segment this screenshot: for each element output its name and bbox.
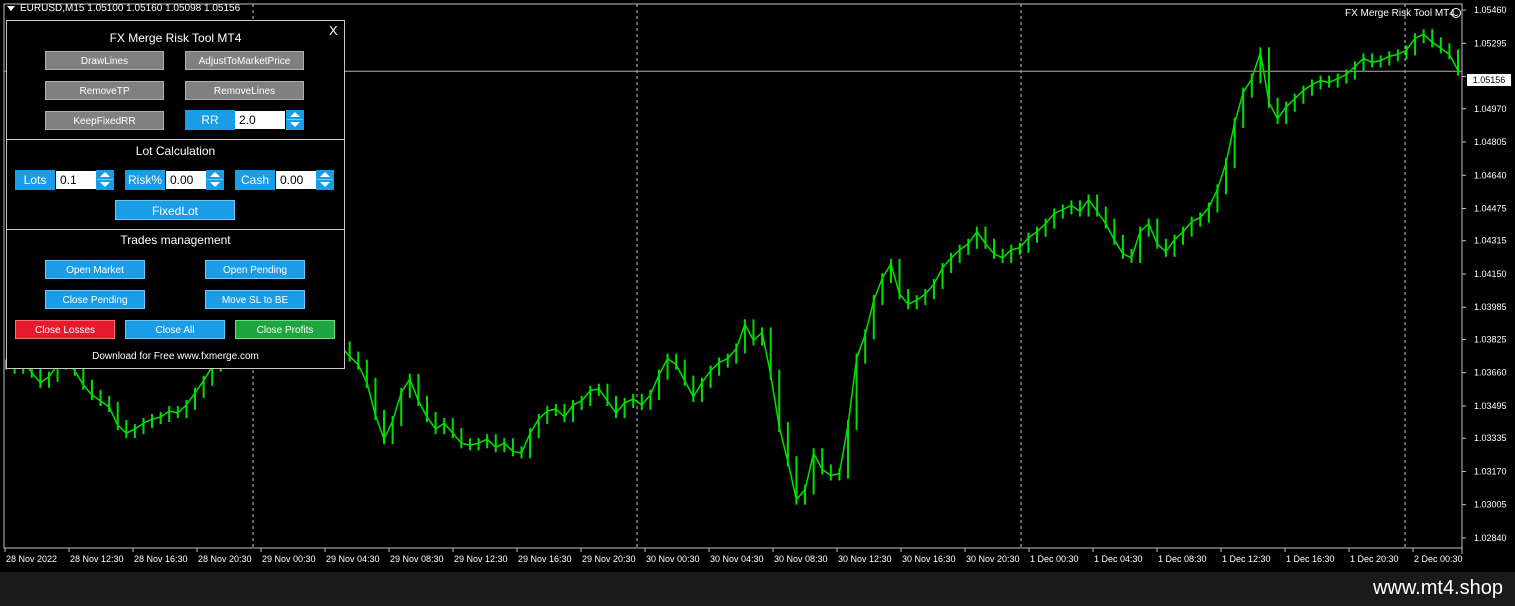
download-link[interactable]: Download for Free www.fxmerge.com [7,351,344,362]
price-tick-label: 1.03660 [1474,368,1507,378]
price-tick-label: 1.03170 [1474,466,1507,476]
rr-input[interactable] [235,111,285,129]
time-tick-label: 1 Dec 08:30 [1158,554,1207,564]
remove-tp-button[interactable]: RemoveTP [45,81,164,100]
spin-up-icon[interactable] [100,172,110,177]
rr-spinner[interactable] [286,110,304,130]
time-tick-label: 29 Nov 12:30 [454,554,508,564]
risk-input[interactable] [166,171,206,189]
time-tick-label: 28 Nov 12:30 [70,554,124,564]
remove-lines-button[interactable]: RemoveLines [185,81,304,100]
current-price-tag: 1.05156 [1466,73,1512,87]
price-tick-label: 1.05460 [1474,5,1507,15]
time-tick-label: 29 Nov 00:30 [262,554,316,564]
risk-spinner[interactable] [206,170,224,190]
keep-fixed-rr-button[interactable]: KeepFixedRR [45,111,164,130]
cash-input[interactable] [276,171,316,189]
open-market-button[interactable]: Open Market [45,260,145,279]
time-tick-label: 30 Nov 20:30 [966,554,1020,564]
time-tick-label: 29 Nov 04:30 [326,554,380,564]
lots-label: Lots [15,170,55,190]
smile-icon [1451,8,1461,18]
lots-spinner[interactable] [96,170,114,190]
cash-spinner[interactable] [316,170,334,190]
move-sl-to-be-button[interactable]: Move SL to BE [205,290,305,309]
price-tick-label: 1.04150 [1474,269,1507,279]
price-tick-label: 1.03005 [1474,500,1507,510]
cash-label: Cash [235,170,275,190]
spin-up-icon[interactable] [320,172,330,177]
symbol-header: EURUSD,M15 1.05100 1.05160 1.05098 1.051… [20,3,241,14]
price-tick-label: 1.03335 [1474,433,1507,443]
lot-calc-title: Lot Calculation [135,144,216,158]
price-tick-label: 1.04315 [1474,236,1507,246]
time-tick-label: 30 Nov 00:30 [646,554,700,564]
open-pending-button[interactable]: Open Pending [205,260,305,279]
time-tick-label: 2 Dec 00:30 [1414,554,1463,564]
price-tick-label: 1.04640 [1474,170,1507,180]
price-tick-label: 1.04805 [1474,137,1507,147]
time-tick-label: 28 Nov 20:30 [198,554,252,564]
time-tick-label: 30 Nov 04:30 [710,554,764,564]
draw-lines-button[interactable]: DrawLines [45,51,164,70]
price-tick-label: 1.04970 [1474,104,1507,114]
spin-down-icon[interactable] [210,182,220,187]
panel-title: FX Merge Risk Tool MT4 [109,31,242,45]
footer-url: www.mt4.shop [1372,577,1503,599]
spin-down-icon[interactable] [100,182,110,187]
price-tick-label: 1.05295 [1474,38,1507,48]
symbol-dropdown-icon[interactable] [7,6,15,11]
lots-input[interactable] [56,171,96,189]
close-losses-button[interactable]: Close Losses [15,320,115,339]
risk-tool-panel: FX Merge Risk Tool MT4 X DrawLines Adjus… [6,20,345,369]
time-tick-label: 29 Nov 16:30 [518,554,572,564]
time-tick-label: 28 Nov 16:30 [134,554,188,564]
spin-up-icon[interactable] [210,172,220,177]
time-tick-label: 30 Nov 12:30 [838,554,892,564]
fixed-lot-button[interactable]: FixedLot [115,200,235,220]
price-tick-label: 1.03495 [1474,401,1507,411]
price-tick-label: 1.02840 [1474,533,1507,543]
close-all-button[interactable]: Close All [125,320,225,339]
time-tick-label: 30 Nov 16:30 [902,554,956,564]
close-pending-button[interactable]: Close Pending [45,290,145,309]
risk-label: Risk% [125,170,165,190]
close-panel-button[interactable]: X [329,23,338,38]
expert-label: FX Merge Risk Tool MT4 [1345,8,1455,19]
close-profits-button[interactable]: Close Profits [235,320,335,339]
time-tick-label: 1 Dec 12:30 [1222,554,1271,564]
rr-label: RR [185,110,235,130]
spin-down-icon[interactable] [320,182,330,187]
spin-down-icon[interactable] [290,122,300,127]
time-tick-label: 1 Dec 20:30 [1350,554,1399,564]
time-tick-label: 30 Nov 08:30 [774,554,828,564]
time-tick-label: 1 Dec 16:30 [1286,554,1335,564]
price-tick-label: 1.04475 [1474,204,1507,214]
adjust-to-market-button[interactable]: AdjustToMarketPrice [185,51,304,70]
time-tick-label: 29 Nov 08:30 [390,554,444,564]
time-tick-label: 28 Nov 2022 [6,554,57,564]
time-tick-label: 1 Dec 04:30 [1094,554,1143,564]
time-tick-label: 1 Dec 00:30 [1030,554,1079,564]
time-tick-label: 29 Nov 20:30 [582,554,636,564]
trades-management-title: Trades management [120,233,231,247]
price-tick-label: 1.03825 [1474,334,1507,344]
footer-bar: www.mt4.shop [0,572,1515,606]
price-tick-label: 1.03985 [1474,302,1507,312]
spin-up-icon[interactable] [290,112,300,117]
